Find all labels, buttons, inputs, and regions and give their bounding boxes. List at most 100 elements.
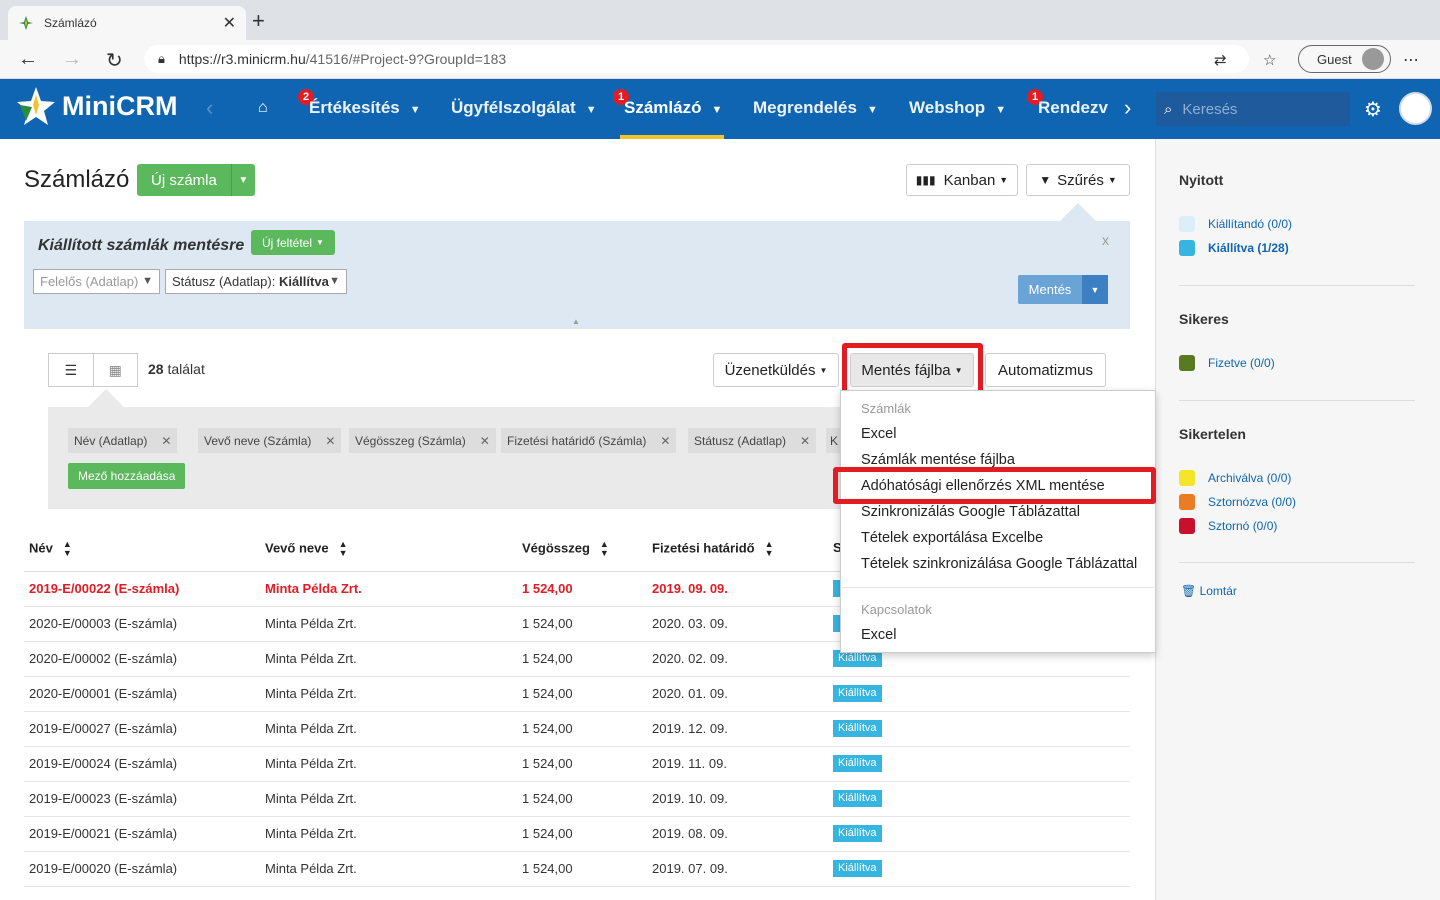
cell-buyer: Minta Példa Zrt. (265, 651, 357, 666)
save-to-file-menu: Számlák Excel Számlák mentése fájlba Adó… (840, 390, 1156, 653)
col-header-due[interactable]: Fizetési határidő ▲ ▼ (652, 540, 774, 558)
translate-icon[interactable]: ⇄ (1214, 51, 1227, 69)
trash-icon: 🗑︎ (1181, 584, 1197, 598)
cell-name[interactable]: 2020-E/00002 (E-számla) (29, 651, 177, 666)
url-host: https://r3.minicrm.hu (178, 51, 306, 67)
menu-item-save-invoices[interactable]: Számlák mentése fájlba (861, 452, 1015, 468)
status-badge: Kiállítva (833, 825, 882, 842)
table-row[interactable]: 2019-E/00021 (E-számla) Minta Példa Zrt. 1… (24, 817, 1130, 852)
sidebar-item-kiallitva[interactable]: Kiállítva (1/28) (1179, 240, 1289, 256)
home-icon[interactable]: ⌂ (258, 99, 268, 117)
browser-tab[interactable]: Számlázó ✕ (8, 6, 246, 40)
owner-select[interactable]: Felelős (Adatlap) ▼ (33, 269, 160, 294)
sort-icon[interactable]: ▲ ▼ (600, 540, 609, 558)
cell-buyer: Minta Példa Zrt. (265, 826, 357, 841)
table-row[interactable]: 2020-E/00001 (E-számla) Minta Példa Zrt. 1… (24, 677, 1130, 712)
user-avatar[interactable] (1399, 92, 1432, 125)
cell-name[interactable]: 2019-E/00021 (E-számla) (29, 826, 177, 841)
new-tab-icon[interactable]: + (252, 8, 265, 34)
new-invoice-caret-icon[interactable]: ▼ (230, 164, 255, 196)
url-bar[interactable]: 🔒︎ https://r3.minicrm.hu/41516/#Project-… (144, 45, 1249, 73)
collapse-panel-icon[interactable]: ▲ (572, 317, 580, 326)
menu-item-google-sync[interactable]: Szinkronizálás Google Táblázattal (861, 504, 1080, 520)
nav-item-webshop[interactable]: Webshop ▼ (909, 98, 1006, 118)
nav-item-rendezveny[interactable]: Rendezvé (1038, 98, 1108, 118)
nav-scroll-right-icon[interactable]: › (1124, 95, 1131, 121)
sidebar-item-fizetve[interactable]: Fizetve (0/0) (1179, 355, 1275, 371)
sort-icon[interactable]: ▲ ▼ (63, 540, 72, 558)
cell-due: 2020. 02. 09. (652, 651, 728, 666)
kanban-button[interactable]: ▮▮▮ Kanban ▼ (906, 164, 1018, 196)
cell-name[interactable]: 2019-E/00027 (E-számla) (29, 721, 177, 736)
tab-close-icon[interactable]: ✕ (223, 13, 236, 33)
table-row[interactable]: 2019-E/00027 (E-számla) Minta Példa Zrt. 1… (24, 712, 1130, 747)
cell-buyer: Minta Példa Zrt. (265, 686, 357, 701)
sort-icon[interactable]: ▲ ▼ (765, 540, 774, 558)
nav-item-ugyfelszolgalat[interactable]: Ügyfélszolgálat ▼ (451, 98, 597, 118)
feedback-icon[interactable]: ☆ (1263, 51, 1276, 69)
menu-item-items-google-sync[interactable]: Tételek szinkronizálása Google Táblázatt… (861, 556, 1137, 572)
new-condition-button[interactable]: Új feltétel ▼ (251, 230, 335, 255)
message-button[interactable]: Üzenetküldés ▼ (713, 353, 839, 387)
table-row[interactable]: 2019-E/00024 (E-számla) Minta Példa Zrt. 1… (24, 747, 1130, 782)
sidebar-divider (1179, 285, 1415, 286)
filter-panel-pointer (1060, 203, 1096, 221)
filter-button[interactable]: ▼ Szűrés ▼ (1026, 164, 1130, 196)
cell-name[interactable]: 2019-E/00024 (E-számla) (29, 756, 177, 771)
sidebar-item-sztorno[interactable]: Sztornó (0/0) (1179, 518, 1277, 534)
remove-field-icon[interactable]: ✕ (480, 434, 490, 448)
status-badge: Kiállítva (833, 755, 882, 772)
filter-close-icon[interactable]: x (1102, 232, 1109, 248)
gear-icon[interactable]: ⚙ (1364, 97, 1382, 122)
status-select[interactable]: Státusz (Adatlap): Kiállítva ▼ (165, 269, 347, 294)
sort-icon[interactable]: ▲ ▼ (339, 540, 348, 558)
app-navbar: MiniCRM ‹ ⌂ 2 Értékesítés ▼ Ügyfélszolgál… (0, 79, 1440, 139)
save-filter-caret-icon[interactable]: ▼ (1082, 275, 1108, 304)
guest-profile-button[interactable]: Guest (1298, 45, 1391, 73)
cell-name[interactable]: 2019-E/00022 (E-számla) (29, 581, 179, 596)
menu-item-contacts-excel[interactable]: Excel (861, 627, 896, 643)
table-row[interactable]: 2019-E/00023 (E-számla) Minta Példa Zrt. 1… (24, 782, 1130, 817)
nav-scroll-left-icon[interactable]: ‹ (206, 95, 213, 121)
minicrm-star-icon (17, 87, 55, 125)
new-invoice-button[interactable]: Új számla ▼ (137, 164, 255, 196)
cell-due: 2019. 08. 09. (652, 826, 728, 841)
remove-field-icon[interactable]: ✕ (161, 434, 171, 448)
nav-item-szamlazo[interactable]: Számlázó ▼ (624, 98, 722, 118)
minicrm-logo[interactable]: MiniCRM (16, 85, 177, 127)
list-view-icon[interactable]: ☰ (49, 354, 93, 386)
sidebar-item-archivalva[interactable]: Archiválva (0/0) (1179, 470, 1291, 486)
cell-name[interactable]: 2019-E/00020 (E-számla) (29, 861, 177, 876)
sidebar-item-kiallitando[interactable]: Kiállítandó (0/0) (1179, 216, 1292, 232)
cell-name[interactable]: 2020-E/00001 (E-számla) (29, 686, 177, 701)
col-header-name[interactable]: Név ▲ ▼ (29, 540, 72, 558)
col-header-buyer[interactable]: Vevő neve ▲ ▼ (265, 540, 348, 558)
remove-field-icon[interactable]: ✕ (800, 434, 810, 448)
result-count: 28 találat (148, 361, 205, 377)
menu-item-items-excel[interactable]: Tételek exportálása Excelbe (861, 530, 1043, 546)
reload-icon[interactable]: ↻ (106, 48, 123, 73)
table-row[interactable]: 2019-E/00020 (E-számla) Minta Példa Zrt. 1… (24, 852, 1130, 887)
trash-link[interactable]: 🗑︎ Lomtár (1181, 584, 1237, 598)
nav-item-ertekesites[interactable]: Értékesítés ▼ (309, 98, 421, 118)
grid-view-icon[interactable]: ▦ (92, 354, 138, 386)
more-icon[interactable]: ⋯ (1403, 50, 1419, 70)
cell-name[interactable]: 2020-E/00003 (E-számla) (29, 616, 177, 631)
highlight-save-to-file (842, 343, 983, 395)
remove-field-icon[interactable]: ✕ (325, 434, 335, 448)
url-path: /41516/#Project-9?GroupId=183 (305, 51, 507, 67)
forward-icon[interactable]: → (62, 48, 82, 71)
status-color-swatch (1179, 494, 1195, 510)
back-icon[interactable]: ← (18, 48, 38, 71)
automation-button[interactable]: Automatizmus (985, 353, 1106, 387)
cell-name[interactable]: 2019-E/00023 (E-számla) (29, 791, 177, 806)
nav-item-megrendeles[interactable]: Megrendelés ▼ (753, 98, 878, 118)
col-header-total[interactable]: Végösszeg ▲ ▼ (522, 540, 609, 558)
search-input[interactable] (1182, 100, 1333, 118)
sidebar-item-sztornozva[interactable]: Sztornózva (0/0) (1179, 494, 1296, 510)
remove-field-icon[interactable]: ✕ (660, 434, 670, 448)
sidebar-success-title: Sikeres (1179, 311, 1229, 327)
menu-item-excel[interactable]: Excel (861, 426, 896, 442)
save-filter-button[interactable]: Mentés ▼ (1018, 275, 1108, 304)
add-field-button[interactable]: Mező hozzáadása (68, 463, 186, 489)
